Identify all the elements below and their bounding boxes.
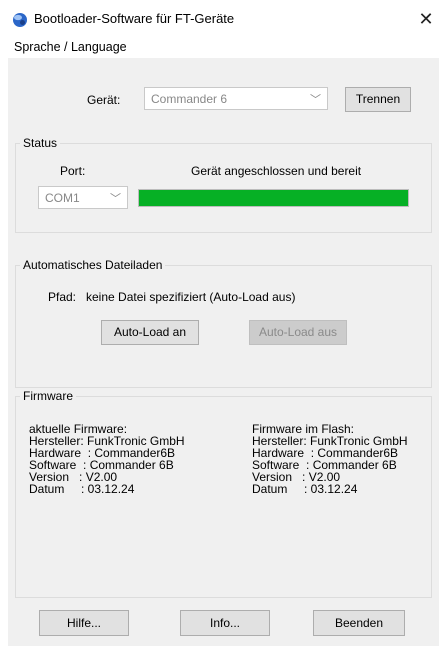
title-bar: Bootloader-Software für FT-Geräte ✕ [0, 0, 447, 38]
window-title: Bootloader-Software für FT-Geräte [34, 11, 235, 26]
port-select-value: COM1 [45, 191, 80, 205]
device-select-value: Commander 6 [151, 92, 228, 106]
help-button[interactable]: Hilfe... [39, 610, 129, 636]
current-firmware-date: Datum : 03.12.24 [29, 482, 135, 496]
main-panel: Gerät: Commander 6 ﹀ Trennen Status Port… [8, 58, 439, 646]
menu-bar: Sprache / Language [0, 38, 447, 58]
app-icon [13, 13, 27, 27]
path-label: Pfad: [48, 290, 77, 304]
port-label: Port: [60, 164, 86, 178]
connection-progress-bar [138, 189, 409, 207]
disconnect-button[interactable]: Trennen [345, 87, 411, 112]
path-value: keine Datei spezifiziert (Auto-Load aus) [86, 290, 296, 304]
status-message: Gerät angeschlossen und bereit [191, 164, 362, 178]
flash-firmware-date: Datum : 03.12.24 [252, 482, 358, 496]
firmware-group-title: Firmware [20, 389, 76, 403]
autoload-on-button[interactable]: Auto-Load an [101, 320, 199, 345]
chevron-down-icon: ﹀ [310, 94, 321, 106]
firmware-group: Firmware aktuelle Firmware: Hersteller: … [15, 389, 432, 598]
autoload-group-title: Automatisches Dateiladen [20, 258, 166, 272]
menu-item-language[interactable]: Sprache / Language [14, 40, 127, 54]
device-select[interactable]: Commander 6 ﹀ [144, 87, 328, 110]
progress-fill [139, 190, 408, 206]
chevron-down-icon: ﹀ [110, 193, 121, 205]
status-group-title: Status [20, 136, 61, 150]
device-label: Gerät: [87, 93, 121, 107]
autoload-off-button: Auto-Load aus [249, 320, 347, 345]
status-group: Status Port: Gerät angeschlossen und ber… [15, 136, 432, 233]
autoload-group: Automatisches Dateiladen Pfad: keine Dat… [15, 258, 432, 388]
info-button[interactable]: Info... [180, 610, 270, 636]
port-select[interactable]: COM1 ﹀ [38, 186, 128, 209]
close-icon[interactable]: ✕ [411, 4, 441, 34]
exit-button[interactable]: Beenden [313, 610, 405, 636]
